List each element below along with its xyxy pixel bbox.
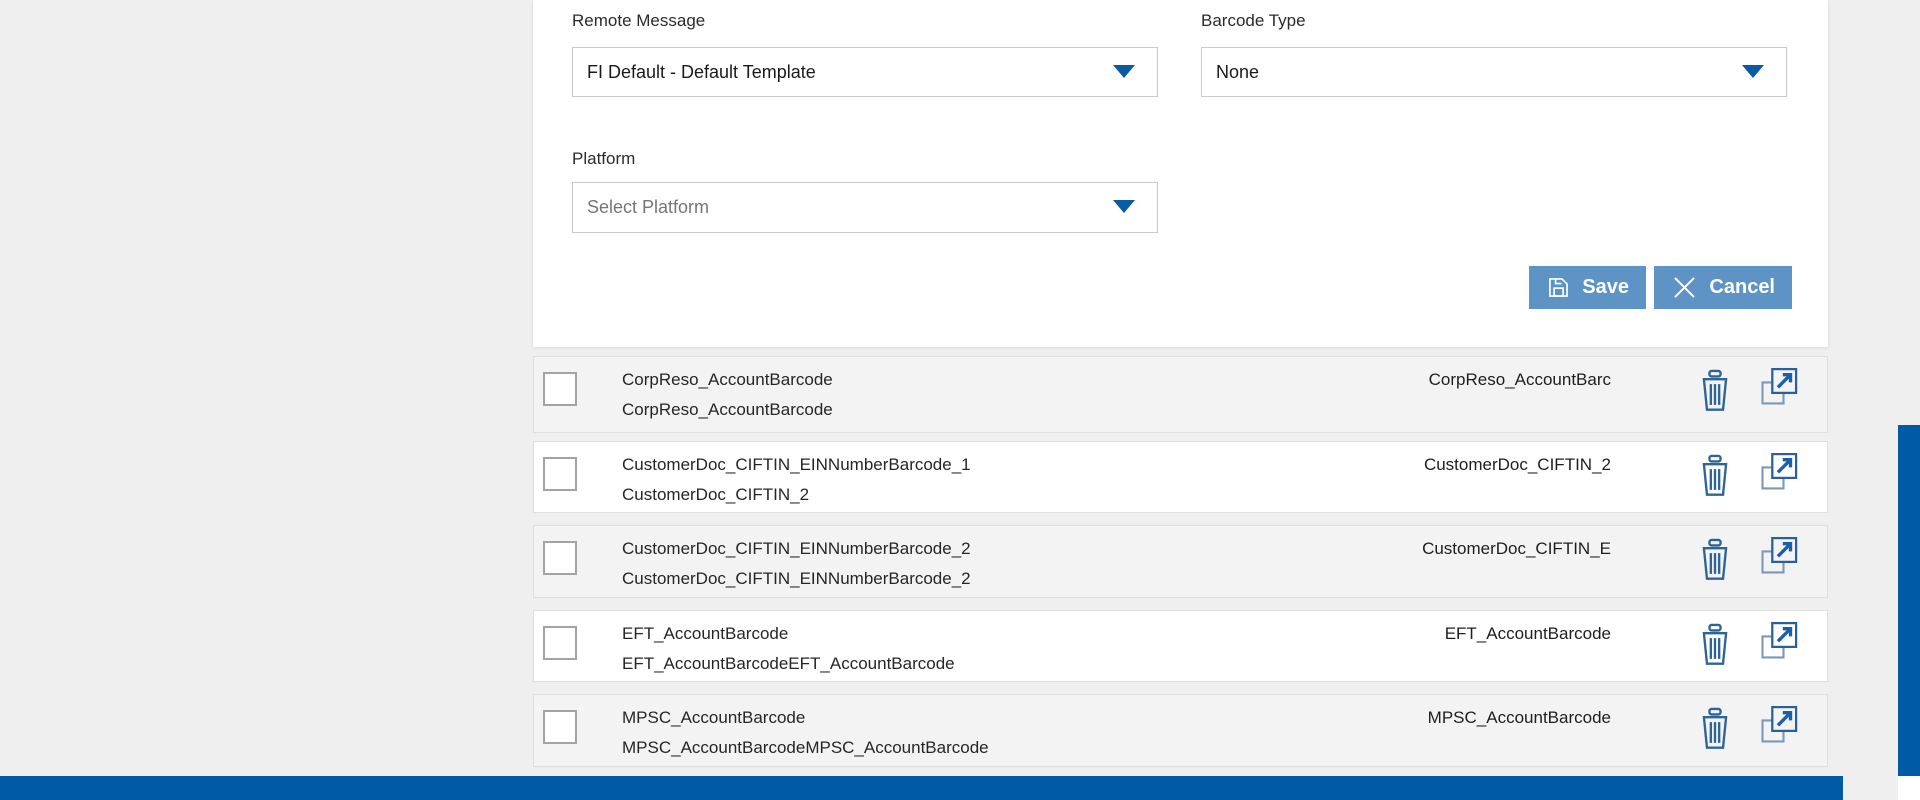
open-in-new-icon xyxy=(1759,534,1801,580)
row-checkbox[interactable] xyxy=(543,372,577,406)
barcode-type-label: Barcode Type xyxy=(1201,11,1306,31)
trash-icon xyxy=(1697,453,1733,499)
barcode-type-select[interactable]: None xyxy=(1201,47,1787,97)
row-description: EFT_AccountBarcodeEFT_AccountBarcode xyxy=(622,654,955,674)
delete-row-button[interactable] xyxy=(1697,537,1733,586)
remote-message-label: Remote Message xyxy=(572,11,705,31)
open-in-new-icon xyxy=(1759,450,1801,496)
barcode-settings-panel: Remote Message FI Default - Default Temp… xyxy=(533,0,1828,347)
save-button-label: Save xyxy=(1582,276,1629,299)
row-value: CorpReso_AccountBarc xyxy=(1429,370,1611,390)
barcode-row: CustomerDoc_CIFTIN_EINNumberBarcode_1 Cu… xyxy=(533,441,1828,513)
remote-message-value: FI Default - Default Template xyxy=(587,48,816,96)
row-description: MPSC_AccountBarcodeMPSC_AccountBarcode xyxy=(622,738,989,758)
barcode-row: MPSC_AccountBarcode MPSC_AccountBarcodeM… xyxy=(533,694,1828,767)
remote-message-select[interactable]: FI Default - Default Template xyxy=(572,47,1158,97)
row-description: CustomerDoc_CIFTIN_2 xyxy=(622,485,809,505)
open-in-new-icon xyxy=(1759,365,1801,411)
platform-placeholder: Select Platform xyxy=(587,183,709,231)
row-value: EFT_AccountBarcode xyxy=(1445,624,1611,644)
platform-select[interactable]: Select Platform xyxy=(572,182,1158,233)
open-row-button[interactable] xyxy=(1759,619,1801,668)
open-row-button[interactable] xyxy=(1759,534,1801,583)
row-checkbox[interactable] xyxy=(543,626,577,660)
delete-row-button[interactable] xyxy=(1697,368,1733,417)
vertical-scrollbar[interactable] xyxy=(1898,425,1920,776)
trash-icon xyxy=(1697,622,1733,668)
scrollbar-corner xyxy=(1898,776,1920,800)
trash-icon xyxy=(1697,706,1733,752)
cancel-button[interactable]: Cancel xyxy=(1654,266,1792,309)
barcode-row: CorpReso_AccountBarcode CorpReso_Account… xyxy=(533,356,1828,433)
row-description: CorpReso_AccountBarcode xyxy=(622,400,833,420)
open-row-button[interactable] xyxy=(1759,450,1801,499)
row-name: CustomerDoc_CIFTIN_EINNumberBarcode_1 xyxy=(622,455,971,475)
row-checkbox[interactable] xyxy=(543,541,577,575)
chevron-down-icon xyxy=(1113,200,1135,213)
row-value: MPSC_AccountBarcode xyxy=(1428,708,1611,728)
save-button[interactable]: Save xyxy=(1529,266,1646,309)
trash-icon xyxy=(1697,368,1733,414)
open-in-new-icon xyxy=(1759,619,1801,665)
row-name: CustomerDoc_CIFTIN_EINNumberBarcode_2 xyxy=(622,539,971,559)
chevron-down-icon xyxy=(1113,65,1135,78)
cancel-button-label: Cancel xyxy=(1709,276,1775,299)
row-checkbox[interactable] xyxy=(543,457,577,491)
delete-row-button[interactable] xyxy=(1697,453,1733,502)
cancel-x-icon xyxy=(1671,274,1698,301)
row-name: EFT_AccountBarcode xyxy=(622,624,788,644)
open-row-button[interactable] xyxy=(1759,365,1801,414)
chevron-down-icon xyxy=(1742,65,1764,78)
row-value: CustomerDoc_CIFTIN_E xyxy=(1422,539,1611,559)
open-row-button[interactable] xyxy=(1759,703,1801,752)
footer-bar xyxy=(0,776,1843,800)
open-in-new-icon xyxy=(1759,703,1801,749)
barcode-type-value: None xyxy=(1216,48,1259,96)
row-name: MPSC_AccountBarcode xyxy=(622,708,805,728)
platform-label: Platform xyxy=(572,149,635,169)
barcode-row: CustomerDoc_CIFTIN_EINNumberBarcode_2 Cu… xyxy=(533,525,1828,598)
trash-icon xyxy=(1697,537,1733,583)
row-name: CorpReso_AccountBarcode xyxy=(622,370,833,390)
barcode-row: EFT_AccountBarcode EFT_AccountBarcodeEFT… xyxy=(533,610,1828,682)
save-floppy-icon xyxy=(1546,275,1571,300)
row-checkbox[interactable] xyxy=(543,710,577,744)
row-description: CustomerDoc_CIFTIN_EINNumberBarcode_2 xyxy=(622,569,971,589)
row-value: CustomerDoc_CIFTIN_2 xyxy=(1424,455,1611,475)
delete-row-button[interactable] xyxy=(1697,706,1733,755)
delete-row-button[interactable] xyxy=(1697,622,1733,671)
